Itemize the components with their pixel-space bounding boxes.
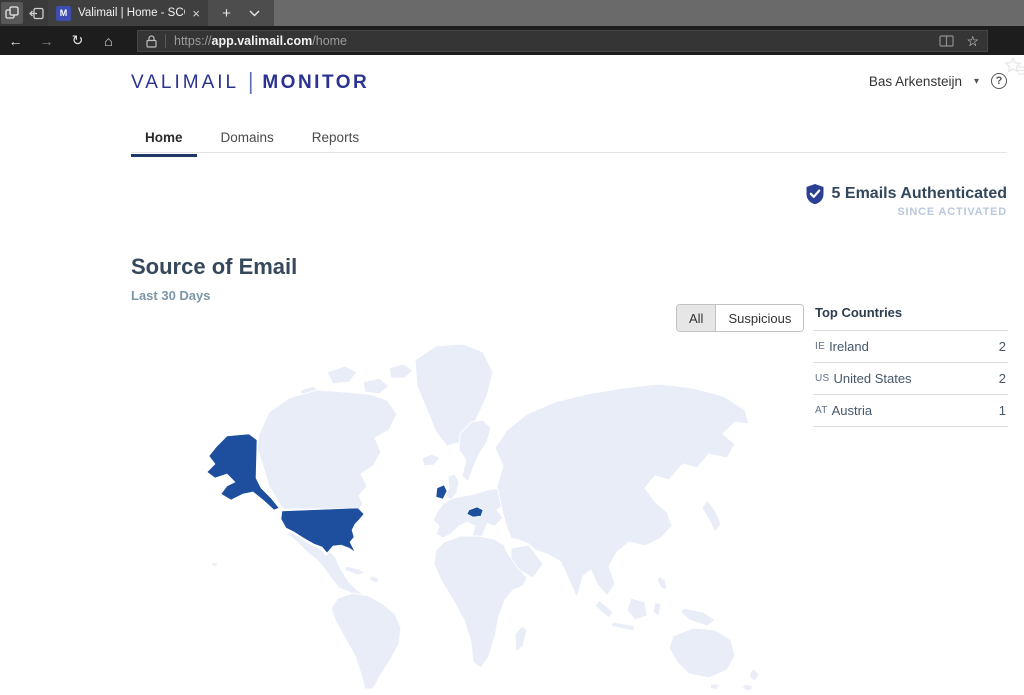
stat-headline: 5 Emails Authenticated: [832, 185, 1007, 203]
forward-icon[interactable]: →: [31, 33, 62, 49]
refresh-icon[interactable]: ↻: [62, 32, 93, 49]
valimail-favicon-icon: M: [56, 6, 71, 21]
country-name: Ireland: [829, 339, 999, 354]
map-new-zealand: [749, 668, 759, 682]
country-code: AT: [815, 405, 828, 416]
browser-tab-title: Valimail | Home - SCCT: [78, 7, 185, 19]
home-icon[interactable]: ⌂: [93, 33, 124, 49]
country-name: Austria: [832, 403, 999, 418]
map-filter-toggle: All Suspicious: [676, 304, 804, 332]
favorite-star-icon[interactable]: ☆: [966, 33, 979, 50]
page-title: Source of Email: [131, 254, 297, 280]
stat-subline: SINCE ACTIVATED: [897, 206, 1007, 218]
map-hispaniola: [369, 576, 379, 583]
emails-authenticated-stat: 5 Emails Authenticated: [805, 183, 1007, 205]
browser-nav-bar: ← → ↻ ⌂ https://app.valimail.com/home ☆: [0, 26, 1024, 55]
top-countries-title: Top Countries: [813, 299, 1008, 331]
logo-monitor-text: MONITOR: [262, 72, 369, 94]
country-row-ireland[interactable]: IE Ireland 2: [813, 331, 1008, 363]
tab-corner-buttons: [0, 0, 48, 26]
address-bar[interactable]: https://app.valimail.com/home ☆: [137, 30, 988, 52]
map-arctic-island: [389, 364, 413, 378]
top-countries-panel: Top Countries IE Ireland 2 US United Sta…: [813, 299, 1008, 427]
filter-suspicious-button[interactable]: Suspicious: [716, 305, 803, 331]
country-code: US: [815, 373, 830, 384]
country-code: IE: [815, 341, 825, 352]
map-cuba: [345, 566, 365, 575]
set-tabs-aside-icon[interactable]: [25, 2, 47, 24]
map-japan: [702, 500, 721, 532]
url-text: https://app.valimail.com/home: [174, 34, 931, 48]
hub-favorites-icon[interactable]: [1005, 57, 1024, 77]
map-scandinavia: [459, 420, 491, 482]
shield-check-icon: [805, 183, 825, 205]
map-hawaii: [211, 562, 218, 567]
reading-view-icon[interactable]: [939, 35, 954, 47]
address-divider: [165, 34, 166, 48]
country-row-united-states[interactable]: US United States 2: [813, 363, 1008, 395]
country-count: 2: [999, 339, 1006, 354]
user-name: Bas Arkensteijn: [869, 74, 962, 89]
screen: M Valimail | Home - SCCT × + ← → ↻ ⌂ htt…: [0, 0, 1024, 690]
tab-bar-actions: +: [208, 0, 274, 26]
browser-tab[interactable]: M Valimail | Home - SCCT ×: [48, 0, 208, 26]
map-tasmania: [710, 684, 719, 690]
map-arctic-island: [363, 378, 389, 394]
map-new-guinea: [681, 608, 715, 626]
lock-icon: [146, 35, 157, 48]
country-count: 2: [999, 371, 1006, 386]
map-iceland: [422, 454, 440, 466]
valimail-monitor-logo[interactable]: VALIMAIL | MONITOR: [131, 71, 369, 94]
logo-valimail-text: VALIMAIL: [131, 72, 239, 94]
back-icon[interactable]: ←: [0, 33, 31, 49]
map-sumatra: [595, 600, 613, 618]
country-row-austria[interactable]: AT Austria 1: [813, 395, 1008, 427]
chevron-down-icon: ▾: [974, 76, 979, 87]
map-canada: [257, 390, 397, 509]
country-name: United States: [834, 371, 999, 386]
map-madagascar: [515, 626, 527, 652]
map-borneo: [627, 598, 647, 620]
help-icon[interactable]: ?: [991, 73, 1007, 89]
header-divider: [131, 152, 1007, 153]
map-java: [611, 622, 635, 631]
map-new-zealand: [742, 684, 753, 690]
map-united-states-highlighted[interactable]: [281, 508, 364, 553]
tab-preview-icon[interactable]: [1, 2, 23, 24]
tab-close-icon[interactable]: ×: [192, 7, 200, 20]
user-menu[interactable]: Bas Arkensteijn ▾ ?: [869, 73, 1007, 89]
world-map: [131, 338, 795, 690]
logo-divider: |: [248, 69, 253, 95]
country-count: 1: [999, 403, 1006, 418]
map-ireland-highlighted[interactable]: [436, 485, 447, 499]
map-australia: [669, 628, 735, 678]
page-subtitle: Last 30 Days: [131, 288, 211, 303]
browser-tab-bar: M Valimail | Home - SCCT × +: [0, 0, 1024, 26]
map-great-britain: [445, 474, 459, 500]
map-south-america: [331, 593, 401, 689]
filter-all-button[interactable]: All: [677, 305, 716, 331]
map-philippines: [657, 576, 667, 590]
map-sulawesi: [653, 602, 661, 616]
new-tab-icon[interactable]: +: [222, 6, 231, 21]
map-arctic-island: [327, 366, 357, 384]
tab-list-chevron-icon[interactable]: [249, 10, 260, 17]
